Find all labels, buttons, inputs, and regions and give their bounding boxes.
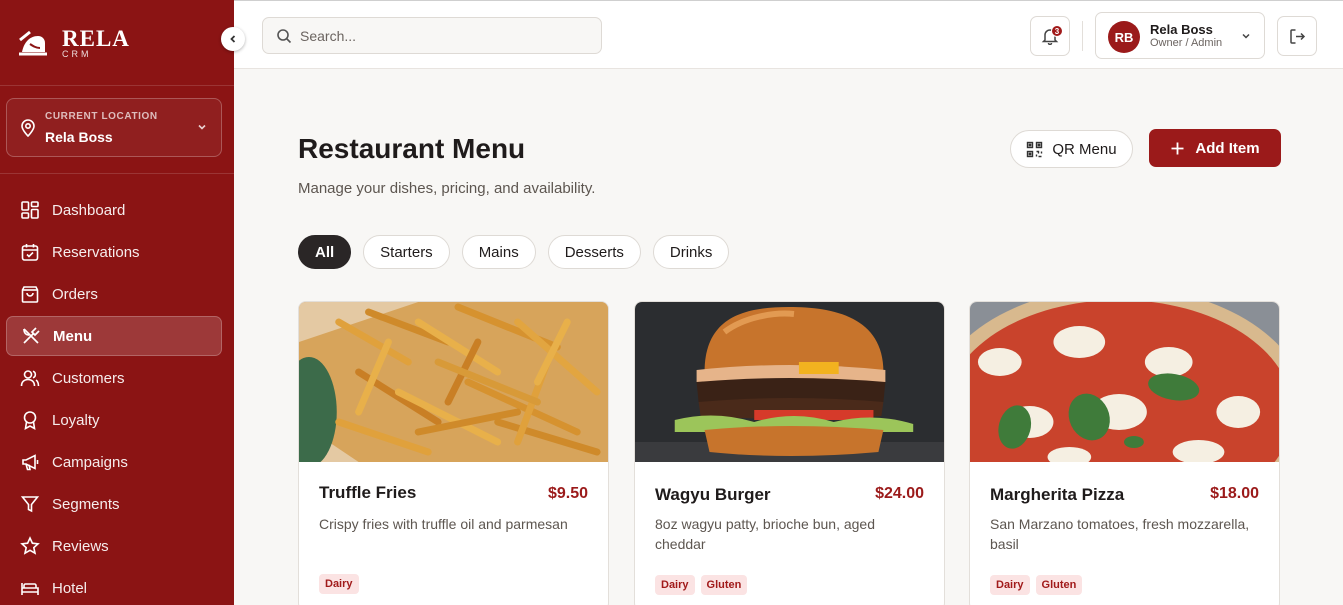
sidebar-collapse-button[interactable] — [221, 27, 245, 51]
utensils-icon — [23, 327, 40, 344]
sidebar-item-label: Dashboard — [52, 201, 126, 219]
pizza-photo — [970, 302, 1279, 462]
shopping-bag-icon — [21, 286, 39, 303]
sidebar-item-label: Menu — [53, 327, 93, 345]
item-description: 8oz wagyu patty, brioche bun, aged chedd… — [655, 516, 876, 552]
search-icon — [277, 28, 292, 43]
menu-item-card[interactable]: Truffle Fries $9.50 Crispy fries with tr… — [298, 301, 609, 605]
sidebar-nav: Dashboard Reservations Orders Menu Custo… — [6, 190, 222, 605]
item-tags: Dairy Gluten — [655, 575, 753, 595]
logo-icon — [19, 30, 47, 56]
user-name: Rela Boss — [1150, 22, 1213, 37]
filter-drinks[interactable]: Drinks — [652, 235, 730, 269]
sidebar: RELA CRM CURRENT LOCATION Rela Boss Dash… — [0, 0, 234, 605]
item-name: Wagyu Burger — [655, 485, 771, 504]
qr-menu-label: QR Menu — [1052, 140, 1117, 158]
sidebar-item-label: Reviews — [52, 537, 109, 555]
filter-all[interactable]: All — [298, 235, 352, 269]
filter-mains[interactable]: Mains — [461, 235, 536, 269]
sidebar-item-label: Orders — [52, 285, 98, 303]
sidebar-item-label: Hotel — [52, 579, 88, 597]
item-description: Crispy fries with truffle oil and parmes… — [319, 516, 568, 532]
item-name: Margherita Pizza — [990, 485, 1125, 504]
sidebar-item-label: Segments — [52, 495, 120, 513]
sidebar-item-label: Campaigns — [52, 453, 128, 471]
brand-subtitle: CRM — [62, 49, 92, 59]
burger-photo — [635, 302, 944, 462]
filter-desserts[interactable]: Desserts — [547, 235, 641, 269]
sidebar-item-hotel[interactable]: Hotel — [6, 568, 222, 605]
add-item-button[interactable]: Add Item — [1149, 129, 1281, 167]
menu-item-card[interactable]: Margherita Pizza $18.00 San Marzano toma… — [969, 301, 1280, 605]
megaphone-icon — [22, 454, 39, 471]
bed-icon — [21, 583, 39, 595]
award-icon — [23, 411, 37, 430]
notifications-button[interactable]: 3 — [1030, 16, 1070, 56]
filter-starters[interactable]: Starters — [363, 235, 450, 269]
tag-gluten: Gluten — [1035, 575, 1083, 595]
tag-dairy: Dairy — [990, 575, 1030, 595]
item-price: $24.00 — [875, 485, 924, 502]
dashboard-icon — [21, 201, 39, 219]
logout-button[interactable] — [1277, 16, 1317, 56]
location-value: Rela Boss — [45, 129, 113, 145]
filter-icon — [20, 496, 40, 513]
calendar-icon — [21, 244, 39, 261]
star-icon — [20, 536, 40, 555]
topbar: 3 RB Rela Boss Owner / Admin — [234, 0, 1343, 69]
user-menu[interactable]: RB Rela Boss Owner / Admin — [1095, 12, 1265, 59]
location-selector[interactable]: CURRENT LOCATION Rela Boss — [6, 98, 222, 157]
chevron-left-icon — [230, 35, 236, 43]
chevron-down-icon — [1242, 33, 1250, 39]
fries-photo — [299, 302, 608, 462]
topbar-divider — [1082, 21, 1083, 51]
avatar: RB — [1108, 21, 1140, 53]
sidebar-item-reservations[interactable]: Reservations — [6, 232, 222, 272]
sidebar-item-customers[interactable]: Customers — [6, 358, 222, 398]
users-icon — [20, 370, 40, 387]
tag-dairy: Dairy — [319, 574, 359, 594]
sidebar-item-segments[interactable]: Segments — [6, 484, 222, 524]
sidebar-item-reviews[interactable]: Reviews — [6, 526, 222, 566]
sidebar-item-campaigns[interactable]: Campaigns — [6, 442, 222, 482]
plus-icon — [1171, 142, 1184, 154]
tag-gluten: Gluten — [700, 575, 748, 595]
brand: RELA CRM — [0, 0, 234, 86]
add-item-label: Add Item — [1195, 139, 1260, 157]
item-name: Truffle Fries — [319, 483, 417, 502]
category-filters: All Starters Mains Desserts Drinks — [298, 235, 741, 269]
sidebar-item-label: Loyalty — [52, 411, 100, 429]
search-box[interactable] — [262, 17, 602, 54]
item-tags: Dairy — [319, 574, 365, 594]
sidebar-item-label: Customers — [52, 369, 125, 387]
sidebar-item-loyalty[interactable]: Loyalty — [6, 400, 222, 440]
item-price: $9.50 — [547, 485, 588, 502]
search-input[interactable] — [300, 27, 580, 44]
sidebar-item-orders[interactable]: Orders — [6, 274, 222, 314]
menu-item-card[interactable]: Wagyu Burger $24.00 8oz wagyu patty, bri… — [634, 301, 945, 605]
qr-code-icon — [1027, 141, 1043, 157]
sidebar-item-menu[interactable]: Menu — [6, 316, 222, 356]
sidebar-item-label: Reservations — [52, 243, 140, 261]
location-label: CURRENT LOCATION — [45, 111, 158, 122]
notification-badge: 3 — [1051, 25, 1063, 37]
page-title: Restaurant Menu — [298, 133, 526, 164]
logout-icon — [1289, 28, 1305, 44]
item-description: San Marzano tomatoes, fresh mozzarella, … — [990, 516, 1250, 552]
tag-dairy: Dairy — [655, 575, 695, 595]
sidebar-item-dashboard[interactable]: Dashboard — [6, 190, 222, 230]
item-tags: Dairy Gluten — [990, 575, 1088, 595]
qr-menu-button[interactable]: QR Menu — [1010, 130, 1133, 168]
item-price: $18.00 — [1210, 485, 1259, 502]
map-pin-icon — [21, 119, 35, 137]
chevron-down-icon — [198, 124, 206, 130]
page-subtitle: Manage your dishes, pricing, and availab… — [298, 180, 596, 197]
sidebar-divider — [0, 173, 234, 174]
user-role: Owner / Admin — [1150, 37, 1223, 49]
